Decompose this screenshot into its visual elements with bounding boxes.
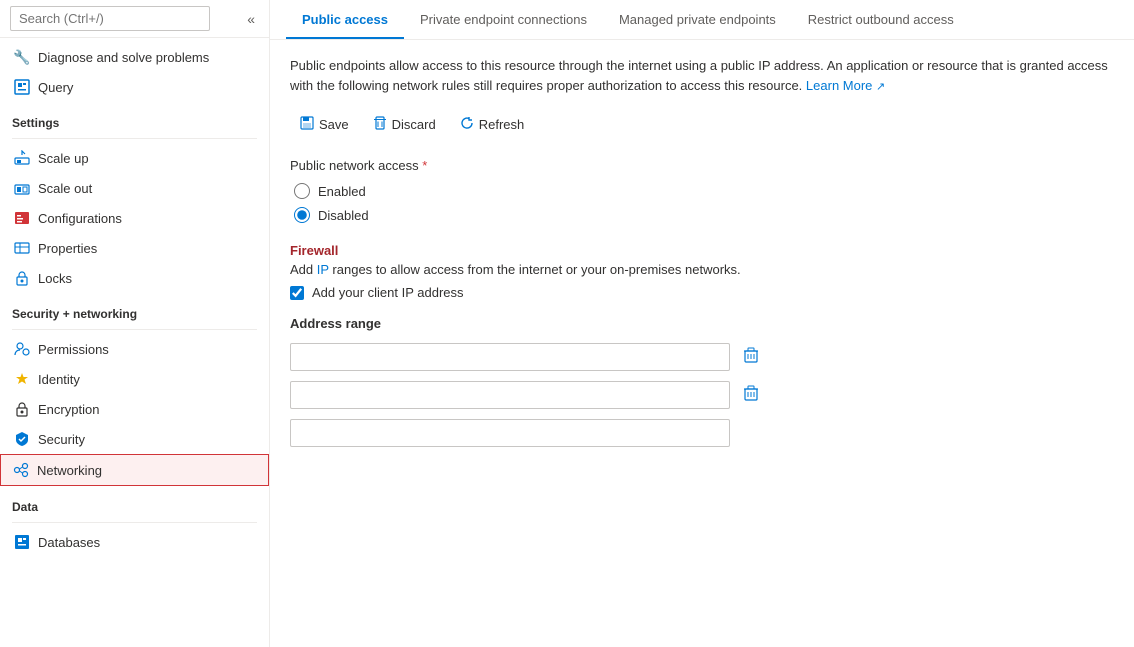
network-access-radio-group: Enabled Disabled	[294, 183, 1114, 223]
learn-link[interactable]: Learn	[806, 78, 839, 93]
sidebar-item-label: Scale out	[38, 181, 92, 196]
tab-private-endpoint[interactable]: Private endpoint connections	[404, 0, 603, 39]
delete-row-1-button[interactable]	[738, 345, 764, 369]
sidebar-search-bar: «	[0, 0, 269, 38]
client-ip-checkbox[interactable]	[290, 286, 304, 300]
scale-out-icon	[14, 180, 30, 196]
save-label: Save	[319, 117, 349, 132]
section-divider-3	[12, 522, 257, 523]
sidebar-item-networking[interactable]: Networking	[0, 454, 269, 486]
toolbar: Save Discard Refresh	[290, 111, 1114, 138]
sidebar-item-label: Locks	[38, 271, 72, 286]
section-security-networking: Security + networking	[0, 297, 269, 325]
sidebar-item-label: Scale up	[38, 151, 89, 166]
wrench-icon: 🔧	[14, 49, 30, 65]
address-row-3	[290, 419, 1114, 447]
refresh-label: Refresh	[479, 117, 525, 132]
address-range-section: Address range	[290, 316, 1114, 447]
section-data: Data	[0, 490, 269, 518]
security-icon	[14, 431, 30, 447]
tab-managed-private[interactable]: Managed private endpoints	[603, 0, 792, 39]
query-icon	[14, 79, 30, 95]
search-input[interactable]	[10, 6, 210, 31]
address-input-2[interactable]	[290, 381, 730, 409]
main-content: Public access Private endpoint connectio…	[270, 0, 1134, 647]
sidebar-item-identity[interactable]: Identity	[0, 364, 269, 394]
info-description: Public endpoints allow access to this re…	[290, 56, 1114, 95]
section-divider	[12, 138, 257, 139]
public-network-access-section: Public network access * Enabled Disabled	[290, 158, 1114, 223]
firewall-title: Firewall	[290, 243, 1114, 258]
disabled-label: Disabled	[318, 208, 369, 223]
sidebar: « 🔧 Diagnose and solve problems Query Se…	[0, 0, 270, 647]
delete-row-2-button[interactable]	[738, 383, 764, 407]
client-ip-label: Add your client IP address	[312, 285, 464, 300]
properties-icon	[14, 240, 30, 256]
sidebar-item-label: Security	[38, 432, 85, 447]
section-settings: Settings	[0, 106, 269, 134]
external-link-icon: ↗	[876, 81, 885, 93]
tab-public-access[interactable]: Public access	[286, 0, 404, 39]
sidebar-item-permissions[interactable]: Permissions	[0, 334, 269, 364]
sidebar-item-properties[interactable]: Properties	[0, 233, 269, 263]
sidebar-item-label: Encryption	[38, 402, 99, 417]
sidebar-item-label: Configurations	[38, 211, 122, 226]
lock-icon	[14, 270, 30, 286]
refresh-button[interactable]: Refresh	[450, 111, 535, 138]
address-input-1[interactable]	[290, 343, 730, 371]
firewall-description: Add IP ranges to allow access from the i…	[290, 262, 1114, 277]
encryption-icon	[14, 401, 30, 417]
sidebar-item-diagnose[interactable]: 🔧 Diagnose and solve problems	[0, 42, 269, 72]
address-range-title: Address range	[290, 316, 1114, 331]
info-text: Public endpoints allow access to this re…	[290, 58, 1108, 93]
sidebar-item-label: Query	[38, 80, 73, 95]
enabled-radio[interactable]	[294, 183, 310, 199]
required-indicator: *	[422, 158, 427, 173]
sidebar-item-label: Databases	[38, 535, 100, 550]
save-button[interactable]: Save	[290, 111, 359, 138]
radio-disabled[interactable]: Disabled	[294, 207, 1114, 223]
firewall-section: Firewall Add IP ranges to allow access f…	[290, 243, 1114, 300]
refresh-icon	[460, 116, 474, 133]
discard-icon	[373, 116, 387, 133]
tab-restrict-outbound[interactable]: Restrict outbound access	[792, 0, 970, 39]
sidebar-item-configurations[interactable]: Configurations	[0, 203, 269, 233]
databases-icon	[14, 534, 30, 550]
discard-button[interactable]: Discard	[363, 111, 446, 138]
sidebar-item-scale-out[interactable]: Scale out	[0, 173, 269, 203]
collapse-button[interactable]: «	[243, 9, 259, 29]
tab-bar: Public access Private endpoint connectio…	[270, 0, 1134, 40]
discard-label: Discard	[392, 117, 436, 132]
sidebar-nav: 🔧 Diagnose and solve problems Query Sett…	[0, 38, 269, 647]
radio-enabled[interactable]: Enabled	[294, 183, 1114, 199]
address-row-1	[290, 343, 1114, 371]
identity-icon	[14, 371, 30, 387]
content-area: Public endpoints allow access to this re…	[270, 40, 1134, 647]
ip-highlight: IP	[317, 262, 329, 277]
public-network-label: Public network access *	[290, 158, 1114, 173]
save-icon	[300, 116, 314, 133]
sidebar-item-scale-up[interactable]: Scale up	[0, 143, 269, 173]
sidebar-item-locks[interactable]: Locks	[0, 263, 269, 293]
sidebar-item-label: Networking	[37, 463, 102, 478]
configurations-icon	[14, 210, 30, 226]
sidebar-item-label: Properties	[38, 241, 97, 256]
address-row-2	[290, 381, 1114, 409]
sidebar-item-security[interactable]: Security	[0, 424, 269, 454]
sidebar-item-query[interactable]: Query	[0, 72, 269, 102]
sidebar-item-label: Diagnose and solve problems	[38, 50, 209, 65]
scale-up-icon	[14, 150, 30, 166]
sidebar-item-encryption[interactable]: Encryption	[0, 394, 269, 424]
sidebar-item-label: Permissions	[38, 342, 109, 357]
permissions-icon	[14, 341, 30, 357]
sidebar-item-databases[interactable]: Databases	[0, 527, 269, 557]
enabled-label: Enabled	[318, 184, 366, 199]
disabled-radio[interactable]	[294, 207, 310, 223]
sidebar-item-label: Identity	[38, 372, 80, 387]
section-divider-2	[12, 329, 257, 330]
address-input-3[interactable]	[290, 419, 730, 447]
client-ip-checkbox-label[interactable]: Add your client IP address	[290, 285, 1114, 300]
networking-icon	[13, 462, 29, 478]
more-link[interactable]: More ↗	[843, 78, 885, 93]
